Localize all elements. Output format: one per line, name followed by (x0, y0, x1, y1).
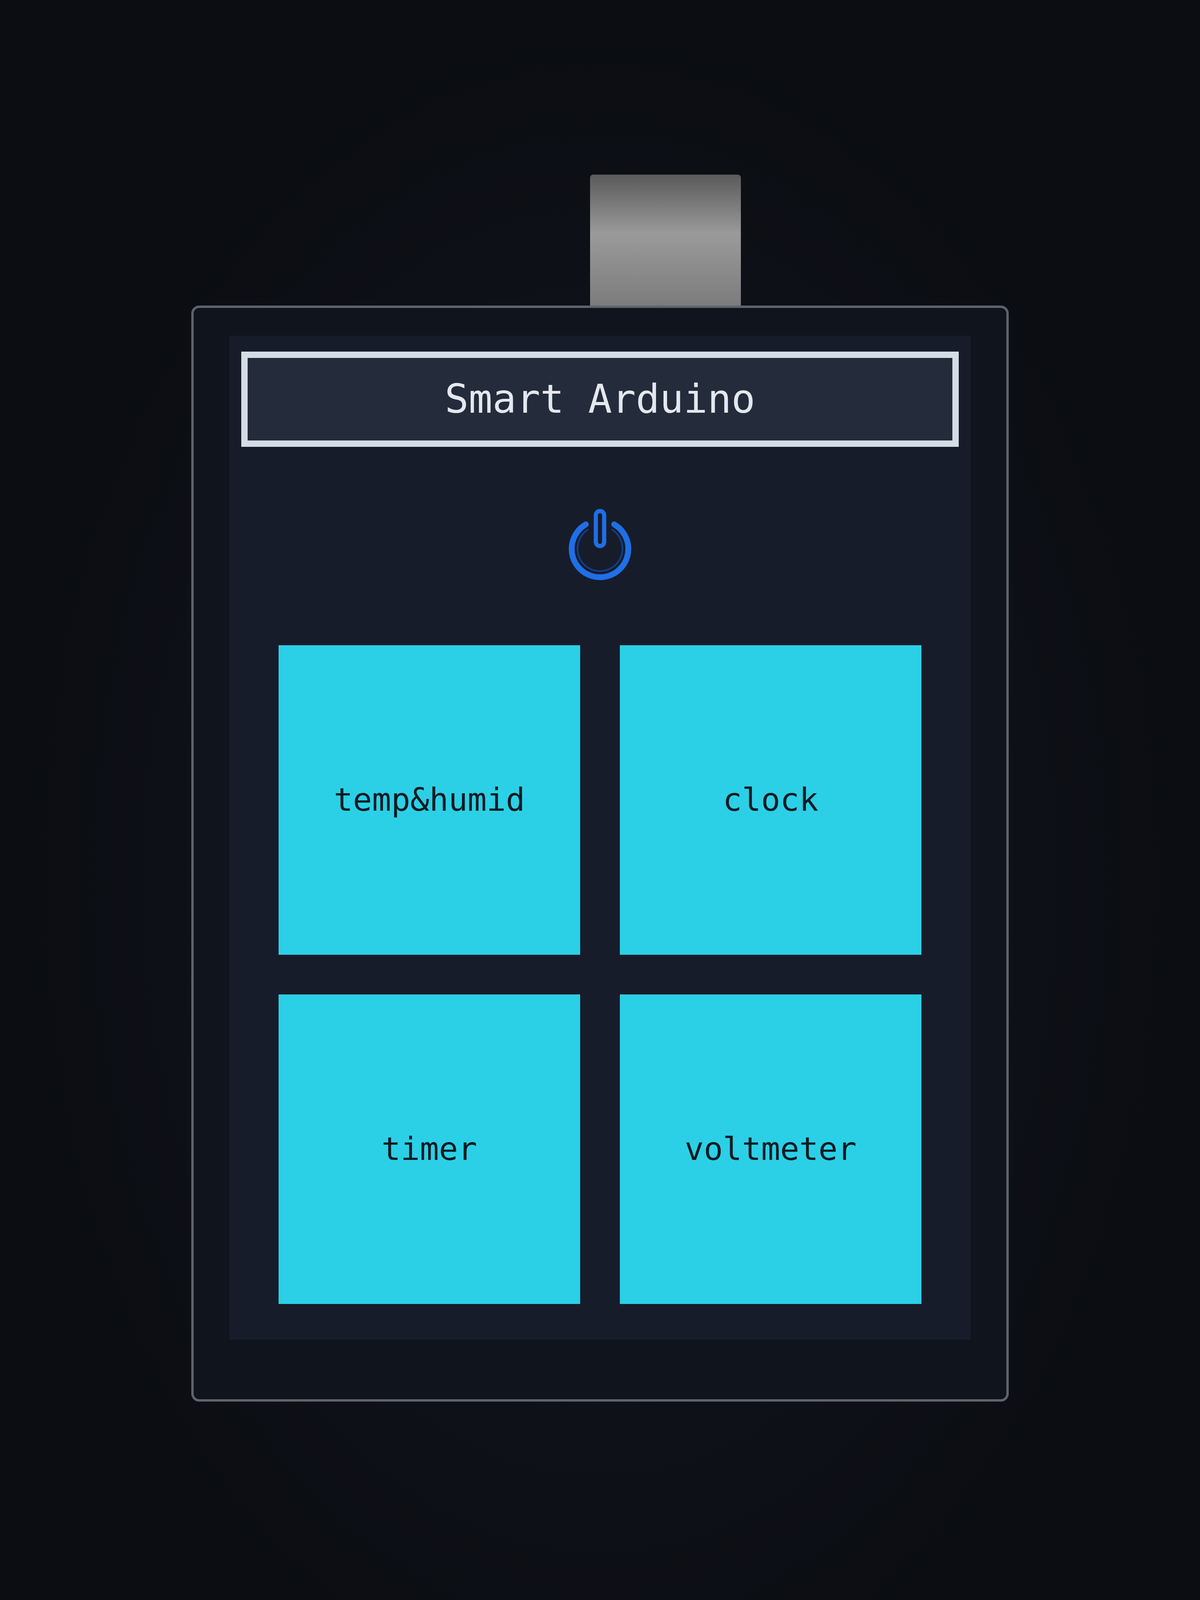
menu-tile[interactable]: clock (619, 645, 922, 955)
tile-label: timer (381, 1130, 478, 1169)
title-bar: Smart Arduino (241, 351, 959, 447)
tile-label: voltmeter (684, 1130, 857, 1169)
tile-label: clock (723, 780, 819, 820)
connector (590, 174, 741, 306)
tile-label: temp&humid (333, 780, 525, 820)
power-icon[interactable] (558, 504, 642, 588)
screen: Smart Arduino temp&humid clock timer voltmet… (229, 335, 971, 1340)
menu-tile[interactable]: timer (278, 994, 581, 1304)
title-text: Smart Arduino (444, 375, 756, 424)
tile-grid: temp&humid clock timer voltmeter (241, 645, 959, 1304)
menu-tile[interactable]: temp&humid (278, 645, 581, 955)
menu-tile[interactable]: voltmeter (619, 994, 922, 1304)
power-row (241, 446, 959, 646)
photo-backdrop: Smart Arduino temp&humid clock timer voltmet… (0, 0, 1200, 1600)
display-bezel: Smart Arduino temp&humid clock timer voltmet… (191, 305, 1009, 1402)
